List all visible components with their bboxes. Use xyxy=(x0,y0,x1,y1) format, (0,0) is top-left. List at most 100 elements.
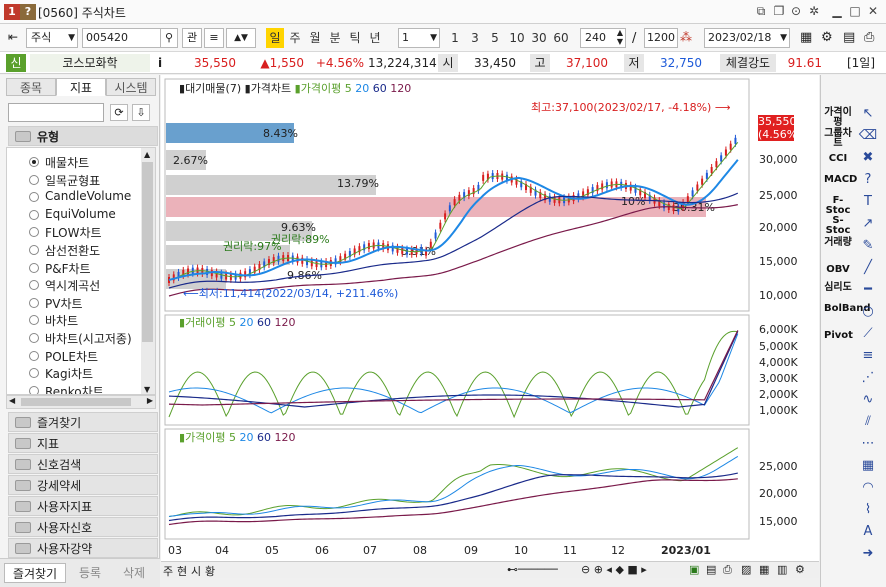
scroll-slider[interactable]: ⊷────── xyxy=(507,563,558,576)
delete-icon[interactable]: ✖ xyxy=(857,149,879,167)
tab-favorites[interactable]: 즐겨찾기 xyxy=(4,563,66,583)
layers-icon[interactable]: ≡ xyxy=(204,28,224,48)
ruler-icon[interactable]: ━ xyxy=(857,281,879,299)
prev-next-icon[interactable]: ⇤ xyxy=(8,30,18,44)
market-select[interactable]: 주식 ▼ xyxy=(26,28,78,48)
settings-icon[interactable]: ⁂ xyxy=(680,30,692,44)
period-week[interactable]: 주 xyxy=(286,28,304,48)
search-icon[interactable]: ⚲ xyxy=(160,28,178,48)
period-month[interactable]: 월 xyxy=(306,28,324,48)
period-day[interactable]: 일 xyxy=(266,28,284,48)
up-down-icon[interactable]: ▲▼ xyxy=(226,28,256,48)
table-icon[interactable]: ▦ xyxy=(759,563,769,576)
radio-button[interactable] xyxy=(29,157,39,167)
date-input[interactable]: 2023/02/18 ▼ xyxy=(704,28,790,48)
chart-icon[interactable]: ⌇ xyxy=(857,501,879,519)
list-hscrollbar[interactable]: ◀ ▶ xyxy=(6,395,156,409)
line-icon[interactable]: ╱ xyxy=(857,259,879,277)
folder-6[interactable]: 사용자강약 xyxy=(8,538,158,558)
period-year[interactable]: 년 xyxy=(366,28,384,48)
pen-icon[interactable]: ✎ xyxy=(857,237,879,255)
radio-button[interactable] xyxy=(29,192,39,203)
indicator-shortcut[interactable]: OBV xyxy=(824,265,852,275)
indicator-shortcut[interactable]: S-Stoc xyxy=(824,216,852,236)
indicator-shortcut[interactable]: CCI xyxy=(824,154,852,164)
eraser-icon[interactable]: ⌫ xyxy=(857,127,879,145)
gann-icon[interactable]: ⋰ xyxy=(857,369,879,387)
interval-1[interactable]: 1 xyxy=(446,28,464,48)
bottom-tab-week[interactable]: 주 xyxy=(163,563,173,579)
count-input[interactable]: 240 ▲ ▼ xyxy=(580,28,626,48)
folder-0[interactable]: 즐겨찾기 xyxy=(8,412,158,432)
arrow-icon[interactable]: ➜ xyxy=(857,545,879,563)
save-icon[interactable]: ▤ xyxy=(706,563,716,576)
interval-30[interactable]: 30 xyxy=(528,28,550,48)
download-icon[interactable]: ⇩ xyxy=(132,104,150,121)
radio-button[interactable] xyxy=(29,174,39,185)
radio-button[interactable] xyxy=(29,280,39,291)
excel-icon[interactable]: ▣ xyxy=(689,563,699,576)
interval-5[interactable]: 5 xyxy=(486,28,504,48)
indicator-shortcut[interactable]: 거래량 xyxy=(824,238,852,248)
indicator-shortcut[interactable]: 그룹차트 xyxy=(824,129,852,149)
bottom-tab-market[interactable]: 시 xyxy=(191,563,201,579)
indicator-search-input[interactable] xyxy=(8,103,104,122)
print-icon[interactable]: ⎙ xyxy=(723,563,732,577)
radio-button[interactable] xyxy=(29,385,39,394)
radio-button[interactable] xyxy=(29,350,39,361)
interval-60[interactable]: 60 xyxy=(550,28,572,48)
diagonal-icon[interactable]: ⟋ xyxy=(857,325,879,343)
help-icon[interactable]: ? xyxy=(20,4,36,20)
radio-button[interactable] xyxy=(29,315,39,326)
bottom-tab-current[interactable]: 현 xyxy=(177,563,187,579)
trend-icon[interactable]: ↗ xyxy=(857,215,879,233)
group-type[interactable]: 유형 xyxy=(8,126,158,146)
info-icon[interactable]: i xyxy=(154,54,166,72)
radio-button[interactable] xyxy=(29,227,39,238)
indicator-shortcut[interactable]: F-Stoc xyxy=(824,196,852,216)
radio-button[interactable] xyxy=(29,333,39,343)
radio-button[interactable] xyxy=(29,209,39,220)
stock-name[interactable]: 코스모화학 xyxy=(30,54,150,72)
delete-button[interactable]: 삭제 xyxy=(112,563,156,583)
folder-3[interactable]: 강세약세 xyxy=(8,475,158,495)
refresh-icon[interactable]: ⟳ xyxy=(110,104,128,121)
table-icon[interactable]: ▤ xyxy=(843,30,855,45)
radio-button[interactable] xyxy=(29,297,39,308)
cycle-icon[interactable]: ∿ xyxy=(857,391,879,409)
print-icon[interactable]: ⎙ xyxy=(864,30,874,45)
fib-icon[interactable]: ≡ xyxy=(857,347,879,365)
minimize-icon[interactable]: ▁ xyxy=(829,3,845,19)
indicator-shortcut[interactable]: 심리도 xyxy=(824,283,852,293)
layout-icon[interactable]: ▥ xyxy=(777,563,787,576)
restore-window-icon[interactable]: ⧉ xyxy=(753,3,769,19)
total-input[interactable]: 1200 xyxy=(644,28,678,48)
bottom-tab-status[interactable]: 황 xyxy=(205,563,215,579)
radio-button[interactable] xyxy=(29,245,39,255)
chart-area[interactable]: 8.43% 2.67% 13.79% 9.63% 9.86% 5.91% 30.31% 10%… xyxy=(161,75,819,577)
tab-stocks[interactable]: 종목 xyxy=(6,78,56,96)
help-icon[interactable]: ? xyxy=(857,171,879,189)
list-scrollbar[interactable]: ▲ ▼ xyxy=(141,148,155,394)
grid-icon[interactable]: ▦ xyxy=(857,457,879,475)
auto-icon[interactable]: A xyxy=(857,523,879,541)
radio-button[interactable] xyxy=(29,368,39,379)
grid-icon[interactable]: ▦ xyxy=(800,30,812,45)
gear-icon[interactable]: ⚙ xyxy=(821,30,833,45)
folder-2[interactable]: 신호검색 xyxy=(8,454,158,474)
folder-1[interactable]: 지표 xyxy=(8,433,158,453)
cursor-icon[interactable]: ↖ xyxy=(857,105,879,123)
folder-4[interactable]: 사용자지표 xyxy=(8,496,158,516)
register-button[interactable]: 등록 xyxy=(68,563,112,583)
period-minute[interactable]: 분 xyxy=(326,28,344,48)
fan-icon[interactable]: ⋯ xyxy=(857,435,879,453)
text-icon[interactable]: T xyxy=(857,193,879,211)
zoom-controls[interactable]: ⊖ ⊕ ◂ ◆ ■ ▸ xyxy=(581,563,647,576)
indicator-shortcut[interactable]: Pivot xyxy=(824,331,853,341)
indicator-shortcut[interactable]: BolBand xyxy=(824,304,871,314)
folder-5[interactable]: 사용자신호 xyxy=(8,517,158,537)
channel-icon[interactable]: ⫽ xyxy=(857,413,879,431)
circle-icon[interactable]: ○ xyxy=(857,303,879,321)
camera-icon[interactable]: ⊙ xyxy=(788,3,804,19)
relation-button[interactable]: 관 xyxy=(182,28,202,48)
